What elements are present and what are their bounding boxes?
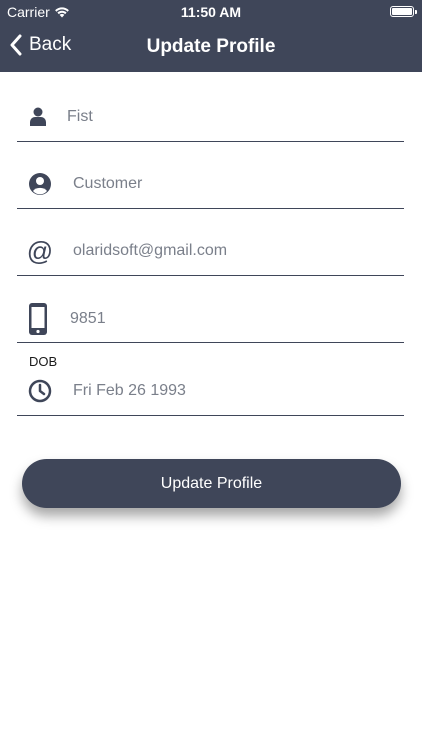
chevron-left-icon	[9, 34, 23, 56]
update-profile-button[interactable]: Update Profile	[22, 459, 401, 508]
user-circle-icon	[28, 172, 52, 196]
header-bar: Carrier 11:50 AM Back Update Profile	[0, 0, 422, 72]
mobile-phone-icon	[28, 302, 48, 336]
status-bar: Carrier 11:50 AM	[0, 0, 422, 24]
phone-field	[17, 297, 404, 343]
status-time: 11:50 AM	[180, 4, 242, 20]
back-label: Back	[29, 34, 72, 55]
last-name-field	[17, 163, 404, 209]
at-icon: @	[26, 235, 54, 266]
first-name-input[interactable]	[67, 105, 387, 129]
back-button[interactable]: Back	[9, 34, 71, 56]
dob-label: DOB	[29, 354, 58, 369]
email-field: @	[17, 230, 404, 276]
first-name-field	[17, 96, 404, 142]
battery-fill	[392, 8, 412, 15]
email-input[interactable]	[73, 239, 393, 263]
dob-value: Fri Feb 26 1993	[73, 382, 186, 399]
battery-icon	[390, 6, 417, 17]
dob-field[interactable]: Fri Feb 26 1993	[17, 369, 404, 416]
clock-icon	[28, 379, 52, 403]
person-icon	[27, 106, 49, 128]
last-name-input[interactable]	[73, 172, 393, 196]
phone-input[interactable]	[70, 307, 390, 331]
